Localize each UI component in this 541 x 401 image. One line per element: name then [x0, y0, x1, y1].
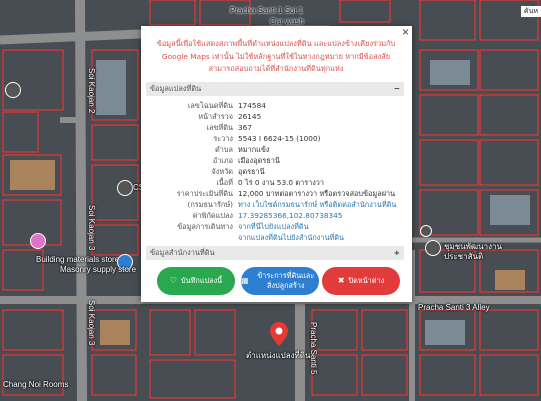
close-window-label: ปิดหน้าต่าง — [348, 276, 385, 285]
map-pin-icon[interactable] — [270, 322, 288, 346]
section-office-header[interactable]: ข้อมูลสำนักงานที่ดิน + — [146, 246, 404, 260]
corner-label: คันห — [520, 6, 541, 17]
street-label-pracha-santi-3-alley: Pracha Santi 3 Alley — [418, 303, 490, 312]
detail-value[interactable]: จากแปลงที่ดินไปยังสำนักงานที่ดิน — [238, 232, 344, 243]
detail-row: หน้าสำรวจ 26145 — [146, 111, 404, 122]
marker-label: ตำแหน่งแปลงที่ดิน — [246, 351, 311, 360]
detail-value[interactable]: จากที่นี่ไปยังแปลงที่ดิน — [238, 221, 309, 232]
detail-value: 5543 I 6624-15 (1000) — [238, 134, 321, 143]
detail-label: เลขโฉนดที่ดิน — [187, 101, 233, 110]
detail-row: อำเภอ เมืองอุดรธานี — [146, 155, 404, 166]
disclaimer-notice: ข้อมูลนี้เพื่อใช้แสดงสภาพพื้นที่ตำแหน่งแ… — [156, 39, 396, 73]
close-icon[interactable]: × — [402, 26, 409, 38]
detail-label: ระวาง — [213, 134, 233, 143]
detail-row: จากแปลงที่ดินไปยังสำนักงานที่ดิน — [146, 232, 404, 243]
detail-row: ข้อมูลการเดินทาง จากที่นี่ไปยังแปลงที่ดิน — [146, 221, 404, 232]
poi-icon-community[interactable] — [425, 240, 441, 256]
detail-value[interactable]: 17.39285366,102.80738345 — [238, 210, 342, 221]
expand-icon[interactable]: + — [394, 246, 400, 260]
detail-label: หน้าสำรวจ — [198, 112, 233, 121]
detail-value: 367 — [238, 123, 252, 132]
poi-icon-left[interactable] — [5, 82, 21, 98]
detail-label: ค่าพิกัดแปลง — [192, 211, 233, 220]
x-icon: ✖ — [337, 276, 345, 285]
collapse-icon[interactable]: − — [394, 82, 400, 96]
detail-row: ค่าพิกัดแปลง 17.39285366,102.80738345 — [146, 210, 404, 221]
poi-label-building-store: Building materials store — [36, 255, 120, 264]
detail-value: หมากแข้ง — [238, 145, 270, 154]
detail-row: (กรมธนารักษ์) ทาง เว็บไซต์กรมธนารักษ์ หรื… — [146, 199, 404, 210]
parcel-info-popup: × ข้อมูลนี้เพื่อใช้แสดงสภาพพื้นที่ตำแหน่… — [141, 26, 412, 302]
detail-label: ราคาประเมินที่ดิน — [176, 189, 233, 198]
street-label-soi-kaojan-3b: Soi Kaojan 3 — [87, 300, 96, 346]
detail-value: 12,000 บาทต่อตารางวา หรือตรวจสอบข้อมูลผ่… — [238, 189, 396, 198]
detail-value: 0 ไร่ 0 งาน 53.0 ตารางวา — [238, 178, 324, 187]
detail-row: ตำบล หมากแข้ง — [146, 144, 404, 155]
detail-value: 26145 — [238, 112, 262, 121]
poi-icon-cs[interactable] — [117, 180, 133, 196]
detail-row: เลขโฉนดที่ดิน 174584 — [146, 100, 404, 111]
detail-label: จังหวัด — [211, 167, 234, 176]
detail-row: เลขที่ดิน 367 — [146, 122, 404, 133]
poi-label-masonry: Masonry supply store — [60, 265, 137, 274]
detail-row: ระวาง 5543 I 6624-15 (1000) — [146, 133, 404, 144]
detail-label: อำเภอ — [212, 156, 233, 165]
detail-value: เมืองอุดรธานี — [238, 156, 280, 165]
save-parcel-label: บันทึกแปลงนี้ — [180, 276, 223, 285]
section-office-title: ข้อมูลสำนักงานที่ดิน — [150, 248, 215, 257]
poi-icon-building-store[interactable] — [30, 233, 46, 249]
detail-value: อุดรธานี — [238, 167, 265, 176]
poi-label-community-2: ประชาสันติ — [444, 252, 484, 261]
detail-value: 174584 — [238, 101, 266, 110]
close-window-button[interactable]: ✖ ปิดหน้าต่าง — [322, 267, 400, 295]
building-icon: ▦ — [241, 276, 249, 285]
street-label-soi-kaojan-2: Soi Kaojan 2 — [87, 68, 96, 114]
detail-label: (กรมธนารักษ์) — [187, 200, 233, 209]
street-label-soi-kaojan-3: Soi Kaojan 3 — [87, 205, 96, 251]
detail-row: เนื้อที่ 0 ไร่ 0 งาน 53.0 ตารางวา — [146, 177, 404, 188]
poi-label-carwash: Car wash — [270, 17, 304, 26]
land-info-label: ข้าระการที่ดินและ สิ่งปลูกสร้าง — [257, 271, 315, 290]
detail-row: ราคาประเมินที่ดิน 12,000 บาทต่อตารางวา หร… — [146, 188, 404, 199]
section-parcel-header[interactable]: ข้อมูลแปลงที่ดิน − — [146, 82, 404, 96]
heart-icon: ♡ — [169, 276, 177, 285]
detail-label: ข้อมูลการเดินทาง — [177, 222, 233, 231]
street-label-soi1: Pracha Santi 1 Soi 1 — [230, 6, 303, 15]
detail-label: เลขที่ดิน — [206, 123, 234, 132]
poi-label-chang-noi: Chang Noi Rooms — [3, 380, 69, 389]
detail-row: จังหวัด อุดรธานี — [146, 166, 404, 177]
parcel-details: เลขโฉนดที่ดิน 174584 หน้าสำรวจ 26145 เลขที่ด… — [146, 98, 404, 244]
section-parcel-title: ข้อมูลแปลงที่ดิน — [150, 84, 202, 93]
detail-label: ตำบล — [215, 145, 233, 154]
land-info-button[interactable]: ▦ ข้าระการที่ดินและ สิ่งปลูกสร้าง — [241, 267, 319, 295]
poi-icon-right[interactable] — [420, 225, 432, 237]
save-parcel-button[interactable]: ♡ บันทึกแปลงนี้ — [157, 267, 235, 295]
detail-label: เนื้อที่ — [216, 178, 233, 187]
action-buttons: ♡ บันทึกแปลงนี้ ▦ ข้าระการที่ดินและ สิ่ง… — [157, 267, 400, 295]
detail-value: ทาง เว็บไซต์กรมธนารักษ์ หรือติดต่อสำนักง… — [238, 200, 397, 209]
